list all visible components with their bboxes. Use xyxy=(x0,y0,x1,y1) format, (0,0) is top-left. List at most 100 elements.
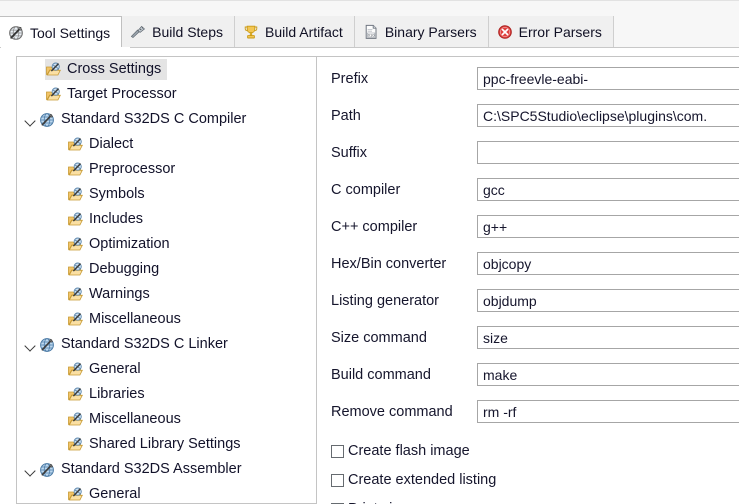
field-input-size-command[interactable] xyxy=(477,326,739,349)
tree-item-warnings[interactable]: Warnings xyxy=(17,282,316,307)
field-label-c-compiler: C++ compiler xyxy=(331,219,418,235)
tab-label: Error Parsers xyxy=(518,24,602,40)
chevron-down-icon[interactable] xyxy=(23,337,39,353)
cross-settings-form: Prefix Path Suffix C compiler C++ compiler He… xyxy=(316,56,739,504)
tree-item-label: Symbols xyxy=(89,186,145,203)
tree-item-label: Miscellaneous xyxy=(89,411,181,428)
tree-item-label: General xyxy=(89,361,141,378)
svg-text:010: 010 xyxy=(368,32,375,37)
field-label-suffix: Suffix xyxy=(331,145,368,161)
tree-item-target-processor[interactable]: Target Processor xyxy=(17,82,316,107)
field-input-suffix[interactable] xyxy=(477,141,739,164)
checkbox-label: Create flash image xyxy=(348,442,470,459)
field-label-size-command: Size command xyxy=(331,330,427,346)
field-label-c-compiler: C compiler xyxy=(331,182,401,198)
tab-error-parsers[interactable]: Error Parsers xyxy=(488,16,614,48)
tree-item-label: Preprocessor xyxy=(89,161,176,178)
tree-item-debugging[interactable]: Debugging xyxy=(17,257,316,282)
tree-item-content: General xyxy=(67,484,147,503)
tree-item-dialect[interactable]: Dialect xyxy=(17,132,316,157)
field-input-remove-command[interactable] xyxy=(477,400,739,423)
chevron-down-icon[interactable] xyxy=(23,462,39,478)
field-input-c-compiler[interactable] xyxy=(477,178,739,201)
tree-item-includes[interactable]: Includes xyxy=(17,207,316,232)
tree-item-label: Standard S32DS Assembler xyxy=(61,461,242,478)
checkbox-row-print-size[interactable]: Print size xyxy=(331,496,408,504)
globe-tool-icon xyxy=(39,462,56,478)
folder-tool-icon xyxy=(67,437,84,453)
field-input-c-compiler[interactable] xyxy=(477,215,739,238)
tab-tool-settings[interactable]: Tool Settings xyxy=(0,16,123,48)
tree-item-label: Libraries xyxy=(89,386,145,403)
tree-item-label: Dialect xyxy=(89,136,134,153)
tree-item-content: Libraries xyxy=(67,384,151,405)
tree-item-content: Standard S32DS C Compiler xyxy=(39,109,252,130)
field-input-prefix[interactable] xyxy=(477,67,739,90)
checkbox-row-create-extended-listing[interactable]: Create extended listing xyxy=(331,467,496,493)
tree-item-content: Miscellaneous xyxy=(67,409,187,430)
tab-binary-parsers[interactable]: 010 Binary Parsers xyxy=(354,16,489,48)
tree-item-miscellaneous[interactable]: Miscellaneous xyxy=(17,307,316,332)
tree-item-content: General xyxy=(67,359,147,380)
tree-item-standard-s32ds-assembler[interactable]: Standard S32DS Assembler xyxy=(17,457,316,482)
tree-item-libraries[interactable]: Libraries xyxy=(17,382,316,407)
tool-settings-icon xyxy=(8,25,24,41)
tree-item-label: General xyxy=(89,486,141,503)
tree-item-standard-s32ds-c-linker[interactable]: Standard S32DS C Linker xyxy=(17,332,316,357)
globe-tool-icon xyxy=(39,112,56,128)
settings-content: Cross Settings Target Processor Standard S… xyxy=(0,48,739,504)
field-label-remove-command: Remove command xyxy=(331,404,453,420)
tab-build-artifact[interactable]: Build Artifact xyxy=(235,16,355,48)
tree-item-shared-library-settings[interactable]: Shared Library Settings xyxy=(17,432,316,457)
tree-item-general[interactable]: General xyxy=(17,482,316,503)
field-input-path[interactable] xyxy=(477,104,739,127)
top-rule xyxy=(0,0,739,1)
checkbox-row-create-flash-image[interactable]: Create flash image xyxy=(331,438,470,464)
tree-item-label: Shared Library Settings xyxy=(89,436,241,453)
tree-item-general[interactable]: General xyxy=(17,357,316,382)
tree-item-content: Includes xyxy=(67,209,149,230)
tree-item-content: Miscellaneous xyxy=(67,309,187,330)
settings-tree[interactable]: Cross Settings Target Processor Standard S… xyxy=(16,56,316,504)
folder-tool-icon xyxy=(67,237,84,253)
field-input-hex-bin-converter[interactable] xyxy=(477,252,739,275)
folder-tool-icon xyxy=(67,137,84,153)
tree-item-symbols[interactable]: Symbols xyxy=(17,182,316,207)
tree-item-label: Miscellaneous xyxy=(89,311,181,328)
folder-tool-icon xyxy=(45,62,62,78)
build-steps-icon xyxy=(130,24,146,40)
tree-item-label: Cross Settings xyxy=(67,61,162,78)
tree-item-cross-settings[interactable]: Cross Settings xyxy=(17,57,316,82)
tree-item-content: Cross Settings xyxy=(45,59,168,80)
chevron-down-icon[interactable] xyxy=(23,112,39,128)
checkbox-label: Create extended listing xyxy=(348,471,497,488)
tree-item-standard-s32ds-c-compiler[interactable]: Standard S32DS C Compiler xyxy=(17,107,316,132)
folder-tool-icon xyxy=(45,87,62,103)
folder-tool-icon xyxy=(67,187,84,203)
folder-tool-icon xyxy=(67,312,84,328)
tab-build-steps[interactable]: Build Steps xyxy=(122,16,235,48)
checkbox-create-extended-listing[interactable] xyxy=(331,473,344,487)
folder-tool-icon xyxy=(67,387,84,403)
tab-label: Binary Parsers xyxy=(384,24,477,40)
field-input-build-command[interactable] xyxy=(477,363,739,386)
tree-item-content: Preprocessor xyxy=(67,159,181,180)
field-label-prefix: Prefix xyxy=(331,71,369,87)
tree-item-label: Standard S32DS C Compiler xyxy=(61,111,247,128)
tree-item-content: Dialect xyxy=(67,134,139,155)
folder-tool-icon xyxy=(67,487,84,503)
folder-tool-icon xyxy=(67,262,84,278)
tree-item-content: Standard S32DS Assembler xyxy=(39,459,248,480)
tree-item-miscellaneous[interactable]: Miscellaneous xyxy=(17,407,316,432)
field-label-listing-generator: Listing generator xyxy=(331,293,440,309)
tab-label: Build Steps xyxy=(152,24,223,40)
tree-item-content: Target Processor xyxy=(45,84,183,105)
checkbox-create-flash-image[interactable] xyxy=(331,444,344,458)
field-input-listing-generator[interactable] xyxy=(477,289,739,312)
globe-tool-icon xyxy=(39,337,56,353)
folder-tool-icon xyxy=(67,212,84,228)
field-label-hex-bin-converter: Hex/Bin converter xyxy=(331,256,447,272)
tree-item-optimization[interactable]: Optimization xyxy=(17,232,316,257)
tree-item-preprocessor[interactable]: Preprocessor xyxy=(17,157,316,182)
tree-item-content: Warnings xyxy=(67,284,156,305)
